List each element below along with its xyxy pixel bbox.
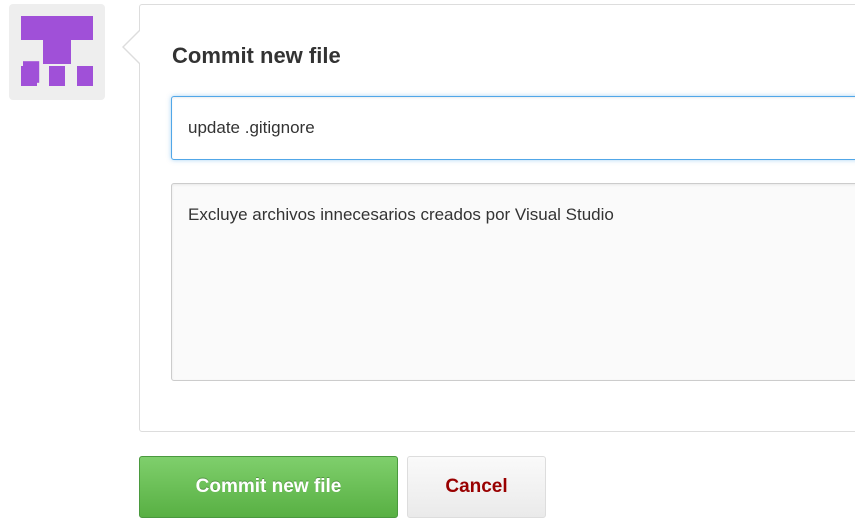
cancel-button[interactable]: Cancel bbox=[407, 456, 546, 518]
identicon-icon bbox=[21, 16, 93, 86]
box-pointer-arrow-fill bbox=[124, 31, 140, 63]
commit-form-title: Commit new file bbox=[172, 43, 341, 68]
commit-summary-input[interactable] bbox=[171, 96, 855, 160]
avatar[interactable] bbox=[9, 4, 105, 100]
commit-new-file-button[interactable]: Commit new file bbox=[139, 456, 398, 518]
commit-description-textarea[interactable]: Excluye archivos innecesarios creados po… bbox=[171, 183, 855, 381]
commit-page: Commit new file Excluye archivos inneces… bbox=[0, 0, 855, 518]
